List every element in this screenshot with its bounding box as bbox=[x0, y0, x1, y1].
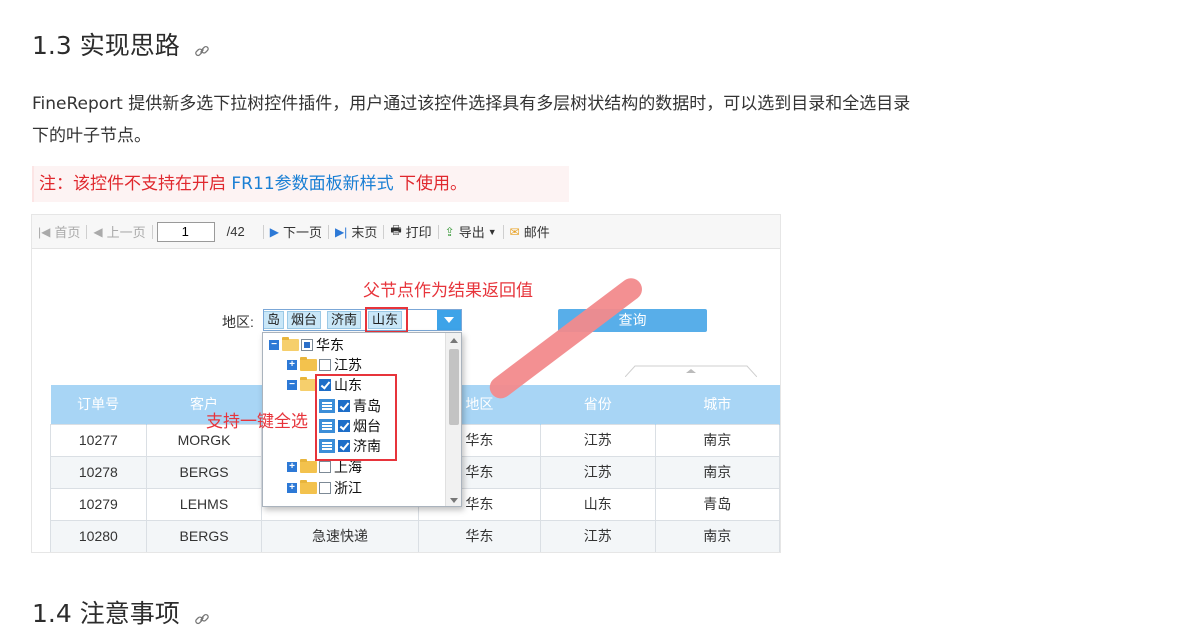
folder-open-icon bbox=[282, 337, 299, 351]
table-row: 10280 BERGS 急速快递 华东 江苏 南京 bbox=[50, 519, 780, 552]
page-number-input[interactable] bbox=[156, 221, 215, 242]
folder-icon bbox=[300, 459, 317, 473]
scroll-down-icon[interactable] bbox=[450, 498, 458, 503]
print-label: 打印 bbox=[405, 225, 432, 240]
heading-text: 1.4 注意事项 bbox=[32, 599, 180, 628]
table-cell: 南京 bbox=[654, 455, 780, 489]
paragraph-line: 下的叶子节点。 bbox=[32, 126, 151, 146]
link-icon[interactable] bbox=[194, 604, 210, 625]
page-total: /42 bbox=[226, 224, 245, 239]
highlight-box bbox=[365, 307, 408, 333]
next-page-icon: ▶ bbox=[269, 224, 279, 239]
last-page-icon: ▶| bbox=[334, 224, 348, 239]
tree-node-huadong[interactable]: − 华东 bbox=[269, 335, 344, 355]
first-page-icon: |◀ bbox=[38, 224, 51, 239]
chevron-down-icon: ▼ bbox=[487, 226, 497, 237]
prev-page-label: 上一页 bbox=[106, 225, 146, 240]
intro-paragraph: FineReport 提供新多选下拉树控件插件，用户通过该控件选择具有多层树状结… bbox=[32, 88, 1132, 152]
table-cell: 南京 bbox=[654, 519, 780, 552]
highlight-box bbox=[315, 374, 397, 461]
table-cell: 10280 bbox=[50, 519, 147, 552]
region-label: 地区: bbox=[222, 314, 254, 330]
table-cell: BERGS bbox=[145, 519, 263, 552]
annotation-parent-node: 父节点作为结果返回值 bbox=[363, 281, 533, 300]
dropdown-toggle-button[interactable] bbox=[437, 310, 461, 330]
report-toolbar: |◀首页 ◀上一页 /42 ▶下一页 ▶|末页 🖶打印 ⇪导出▼ ✉邮件 bbox=[32, 215, 780, 249]
selected-chip: 烟台 bbox=[287, 311, 322, 329]
prev-page-button[interactable]: ◀ 上一页 bbox=[87, 215, 151, 248]
dropdown-scrollbar[interactable] bbox=[445, 333, 461, 506]
expand-toggle-icon[interactable]: + bbox=[287, 360, 297, 370]
section-heading-1-4: 1.4 注意事项 bbox=[32, 594, 210, 628]
selected-chip: 岛 bbox=[264, 311, 285, 329]
divider bbox=[151, 224, 153, 239]
table-cell: 江苏 bbox=[540, 519, 656, 552]
tree-node-zhejiang[interactable]: + 浙江 bbox=[287, 478, 362, 498]
table-cell: 南京 bbox=[654, 423, 780, 457]
tree-node-label: 江苏 bbox=[334, 357, 362, 373]
note-link[interactable]: FR11参数面板新样式 bbox=[231, 174, 393, 194]
note-suffix: 下使用。 bbox=[393, 174, 468, 194]
mail-label: 邮件 bbox=[523, 225, 550, 240]
expand-toggle-icon[interactable]: + bbox=[287, 462, 297, 472]
collapse-toggle-icon[interactable]: − bbox=[269, 340, 279, 350]
export-label: 导出 bbox=[458, 225, 485, 240]
table-cell: 10277 bbox=[50, 423, 147, 457]
table-cell: 急速快递 bbox=[261, 519, 419, 552]
export-icon: ⇪ bbox=[444, 224, 455, 239]
folder-icon bbox=[300, 357, 317, 371]
tree-node-label: 华东 bbox=[316, 337, 344, 353]
export-button[interactable]: ⇪ 导出 ▼ bbox=[439, 215, 503, 248]
region-tree-combo[interactable]: 岛 烟台 济南 山东 bbox=[263, 309, 462, 331]
table-cell: 江苏 bbox=[540, 423, 656, 457]
table-cell: LEHMS bbox=[145, 487, 263, 521]
table-cell: 山东 bbox=[540, 487, 656, 521]
tree-node-jiangsu[interactable]: + 江苏 bbox=[287, 355, 362, 375]
last-page-button[interactable]: ▶| 末页 bbox=[329, 215, 383, 248]
link-icon[interactable] bbox=[194, 36, 210, 57]
table-cell: BERGS bbox=[145, 455, 263, 489]
checkbox[interactable] bbox=[319, 482, 331, 494]
collapse-toggle-icon[interactable]: − bbox=[287, 380, 297, 390]
paragraph-line: FineReport 提供新多选下拉树控件插件，用户通过该控件选择具有多层树状结… bbox=[32, 94, 911, 114]
report-screenshot: |◀首页 ◀上一页 /42 ▶下一页 ▶|末页 🖶打印 ⇪导出▼ ✉邮件 父节点… bbox=[31, 214, 781, 553]
mail-icon: ✉ bbox=[509, 224, 520, 239]
checkbox-partial[interactable] bbox=[301, 339, 313, 351]
selected-chip: 济南 bbox=[327, 311, 362, 329]
next-page-button[interactable]: ▶ 下一页 bbox=[264, 215, 328, 248]
collapse-tab[interactable] bbox=[625, 365, 757, 377]
column-header: 省份 bbox=[540, 385, 656, 424]
mail-button[interactable]: ✉ 邮件 bbox=[504, 215, 556, 248]
first-page-button[interactable]: |◀ 首页 bbox=[32, 215, 86, 248]
table-cell: 江苏 bbox=[540, 455, 656, 489]
print-button[interactable]: 🖶 打印 bbox=[384, 215, 437, 248]
section-heading-1-3: 1.3 实现思路 bbox=[32, 26, 210, 62]
table-cell: 10279 bbox=[50, 487, 147, 521]
table-cell: 青岛 bbox=[654, 487, 780, 521]
table-cell: 10278 bbox=[50, 455, 147, 489]
column-header: 订单号 bbox=[50, 385, 147, 424]
note-callout: 注：该控件不支持在开启 FR11参数面板新样式 下使用。 bbox=[32, 166, 569, 202]
folder-icon bbox=[300, 480, 317, 494]
first-page-label: 首页 bbox=[54, 225, 81, 240]
expand-toggle-icon[interactable]: + bbox=[287, 483, 297, 493]
checkbox[interactable] bbox=[319, 359, 331, 371]
heading-text: 1.3 实现思路 bbox=[32, 31, 180, 60]
printer-icon: 🖶 bbox=[390, 223, 402, 237]
table-cell: 华东 bbox=[417, 519, 542, 552]
prev-page-icon: ◀ bbox=[93, 224, 103, 239]
scroll-up-icon[interactable] bbox=[450, 338, 458, 343]
tree-node-label: 浙江 bbox=[334, 480, 362, 496]
scroll-thumb[interactable] bbox=[449, 349, 459, 425]
column-header: 城市 bbox=[655, 385, 780, 424]
annotation-select-all: 支持一键全选 bbox=[206, 412, 308, 431]
note-prefix: 注：该控件不支持在开启 bbox=[39, 174, 232, 194]
checkbox[interactable] bbox=[319, 461, 331, 473]
next-page-label: 下一页 bbox=[282, 225, 322, 240]
last-page-label: 末页 bbox=[351, 225, 378, 240]
